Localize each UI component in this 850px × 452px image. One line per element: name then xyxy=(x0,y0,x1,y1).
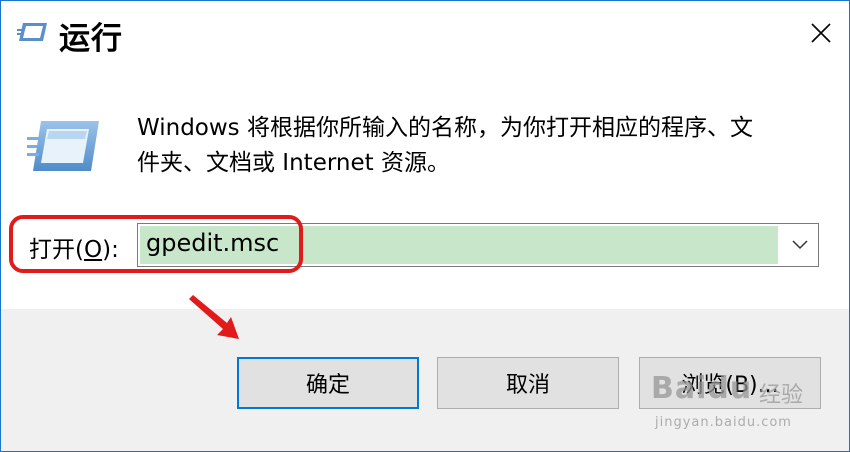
title-bar[interactable]: 运行 xyxy=(1,1,849,65)
dropdown-button[interactable] xyxy=(782,224,818,266)
close-icon xyxy=(811,23,831,43)
close-button[interactable] xyxy=(793,1,849,65)
run-icon xyxy=(17,23,47,41)
highlight-annotation xyxy=(9,215,303,273)
ok-button[interactable]: 确定 xyxy=(237,357,419,409)
browse-button[interactable]: 浏览(B)... xyxy=(639,357,821,409)
red-arrow-annotation xyxy=(189,295,239,339)
dialog-content: Windows 将根据你所输入的名称，为你打开相应的程序、文 件夹、文档或 In… xyxy=(1,65,849,309)
cancel-button[interactable]: 取消 xyxy=(437,357,619,409)
chevron-down-icon xyxy=(792,240,808,250)
description-line-1: Windows 将根据你所输入的名称，为你打开相应的程序、文 xyxy=(137,115,753,141)
description-line-2: 件夹、文档或 Internet 资源。 xyxy=(137,150,450,176)
window-title: 运行 xyxy=(59,21,123,57)
run-dialog: 运行 Windows 将根据你所输入的名称，为你打开相应的程序、文 件夹、文档或… xyxy=(0,0,850,452)
description-text: Windows 将根据你所输入的名称，为你打开相应的程序、文 件夹、文档或 In… xyxy=(137,111,817,181)
run-dialog-icon xyxy=(27,121,99,171)
button-bar: 确定 取消 浏览(B)... xyxy=(1,309,849,451)
